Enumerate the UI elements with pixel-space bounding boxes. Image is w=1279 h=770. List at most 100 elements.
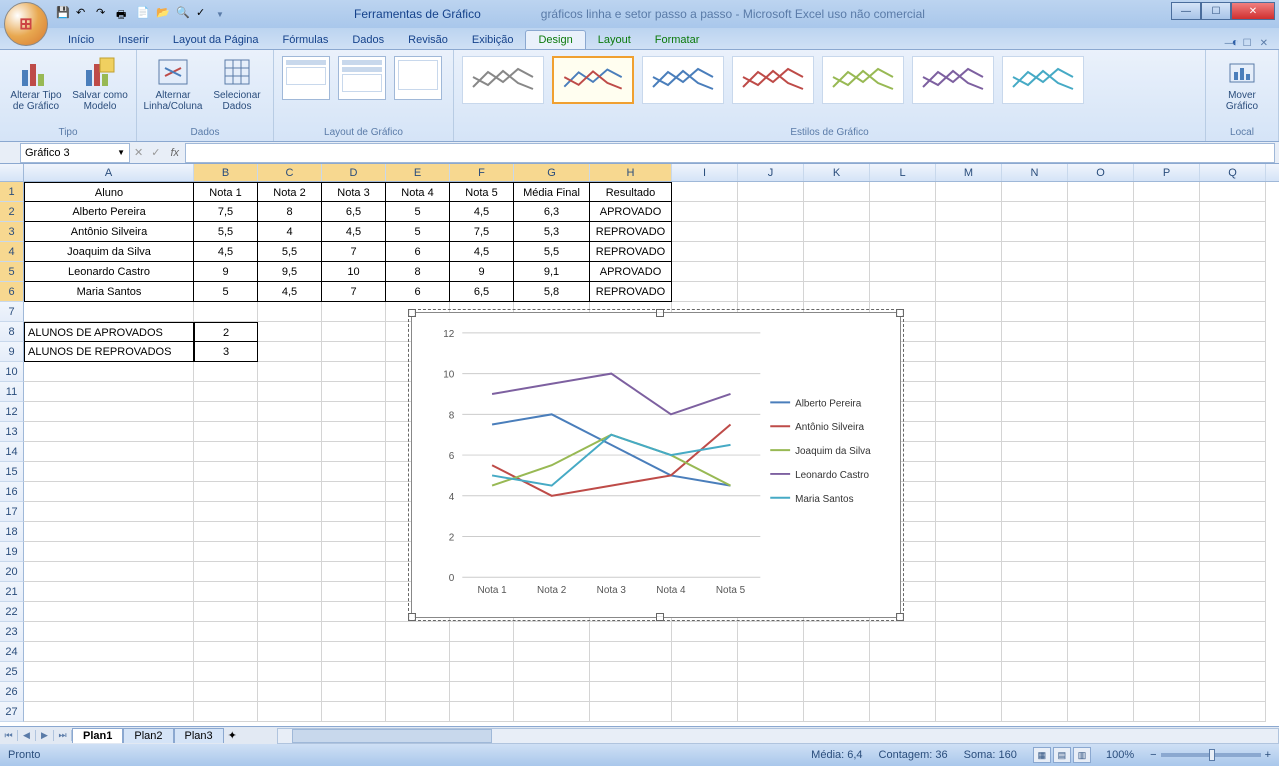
print-icon[interactable]: 🖶	[116, 6, 132, 22]
column-header-J[interactable]: J	[738, 164, 804, 181]
cell[interactable]	[1134, 442, 1200, 462]
cell[interactable]: Média Final	[514, 182, 590, 202]
cell[interactable]	[24, 362, 194, 382]
cell[interactable]	[450, 642, 514, 662]
row-header-27[interactable]: 27	[0, 702, 24, 722]
cell[interactable]	[1068, 362, 1134, 382]
cell[interactable]	[1134, 382, 1200, 402]
cell[interactable]	[194, 502, 258, 522]
cell[interactable]	[936, 442, 1002, 462]
cell[interactable]	[1134, 222, 1200, 242]
cell[interactable]	[258, 402, 322, 422]
cell[interactable]	[1068, 542, 1134, 562]
cell[interactable]	[1200, 702, 1266, 722]
cell[interactable]	[24, 482, 194, 502]
cell[interactable]	[1002, 462, 1068, 482]
cell[interactable]	[24, 642, 194, 662]
cell[interactable]	[194, 482, 258, 502]
cell[interactable]	[1134, 422, 1200, 442]
cell[interactable]	[322, 502, 386, 522]
scroll-thumb[interactable]	[292, 729, 492, 743]
cell[interactable]	[24, 422, 194, 442]
cell[interactable]	[1002, 522, 1068, 542]
cell[interactable]	[1134, 342, 1200, 362]
chart-layout-1[interactable]	[282, 56, 330, 100]
cell[interactable]	[804, 242, 870, 262]
close-button[interactable]: ✕	[1231, 2, 1275, 20]
cell[interactable]	[1134, 482, 1200, 502]
column-header-B[interactable]: B	[194, 164, 258, 181]
cell[interactable]	[738, 262, 804, 282]
cell[interactable]	[1068, 682, 1134, 702]
cell[interactable]	[936, 402, 1002, 422]
row-header-9[interactable]: 9	[0, 342, 24, 362]
row-header-25[interactable]: 25	[0, 662, 24, 682]
switch-row-column-button[interactable]: Alternar Linha/Coluna	[143, 54, 203, 114]
column-header-P[interactable]: P	[1134, 164, 1200, 181]
cell[interactable]	[322, 302, 386, 322]
cell[interactable]	[194, 622, 258, 642]
cell[interactable]: 7,5	[450, 222, 514, 242]
cell[interactable]	[936, 422, 1002, 442]
qat-dropdown-icon[interactable]: ▼	[216, 10, 224, 19]
cell[interactable]	[1200, 202, 1266, 222]
cell[interactable]	[936, 602, 1002, 622]
cell[interactable]	[258, 642, 322, 662]
cell[interactable]: 5	[194, 282, 258, 302]
cell[interactable]	[258, 562, 322, 582]
cell[interactable]	[1200, 642, 1266, 662]
cell[interactable]	[1200, 662, 1266, 682]
sheet-prev-icon[interactable]: ◀	[18, 730, 36, 741]
cell[interactable]	[672, 262, 738, 282]
cell[interactable]	[514, 702, 590, 722]
cell[interactable]	[1068, 662, 1134, 682]
cell[interactable]	[322, 342, 386, 362]
change-chart-type-button[interactable]: Alterar Tipo de Gráfico	[6, 54, 66, 114]
cell[interactable]	[590, 662, 672, 682]
cell[interactable]	[258, 602, 322, 622]
chart-style-6[interactable]	[912, 56, 994, 104]
row-header-5[interactable]: 5	[0, 262, 24, 282]
cell[interactable]	[1200, 242, 1266, 262]
select-data-button[interactable]: Selecionar Dados	[207, 54, 267, 114]
column-header-Q[interactable]: Q	[1200, 164, 1266, 181]
cell[interactable]	[1002, 242, 1068, 262]
column-header-D[interactable]: D	[322, 164, 386, 181]
cell[interactable]	[1068, 622, 1134, 642]
cell[interactable]: Maria Santos	[24, 282, 194, 302]
view-layout-icon[interactable]: ▤	[1053, 747, 1071, 763]
cell[interactable]	[672, 222, 738, 242]
cell[interactable]	[322, 522, 386, 542]
cell[interactable]: 4,5	[258, 282, 322, 302]
row-header-15[interactable]: 15	[0, 462, 24, 482]
cell[interactable]	[936, 362, 1002, 382]
cell[interactable]	[936, 282, 1002, 302]
cell[interactable]	[1068, 222, 1134, 242]
cell[interactable]	[936, 322, 1002, 342]
cell[interactable]	[322, 482, 386, 502]
cell[interactable]	[1200, 262, 1266, 282]
cell[interactable]	[590, 642, 672, 662]
cell[interactable]	[870, 262, 936, 282]
cell[interactable]: Nota 2	[258, 182, 322, 202]
cell[interactable]	[1200, 602, 1266, 622]
cell[interactable]	[870, 682, 936, 702]
cell[interactable]	[24, 442, 194, 462]
save-icon[interactable]: 💾	[56, 6, 72, 22]
chart-style-4[interactable]	[732, 56, 814, 104]
cell[interactable]	[1134, 582, 1200, 602]
cell[interactable]	[936, 342, 1002, 362]
cell[interactable]	[194, 402, 258, 422]
tab-exibicao[interactable]: Exibição	[460, 31, 526, 49]
cancel-icon[interactable]: ✕	[134, 146, 143, 159]
cell[interactable]	[672, 682, 738, 702]
cell[interactable]	[1134, 642, 1200, 662]
cell[interactable]: REPROVADO	[590, 222, 672, 242]
cell[interactable]	[258, 622, 322, 642]
cell[interactable]	[738, 682, 804, 702]
tab-layout[interactable]: Layout	[586, 31, 643, 49]
cell[interactable]	[194, 422, 258, 442]
cell[interactable]: 4	[258, 222, 322, 242]
cell[interactable]	[1134, 402, 1200, 422]
cell[interactable]: 7	[322, 242, 386, 262]
